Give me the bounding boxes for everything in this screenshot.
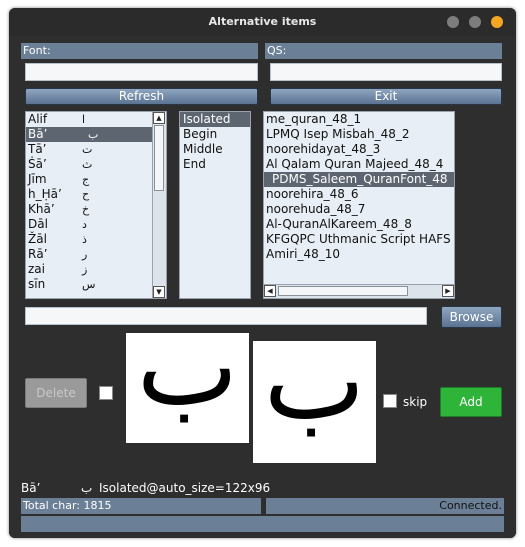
letter-name: Alif	[28, 112, 48, 126]
font-label: Font:	[21, 43, 258, 59]
letter-glyph: ا	[82, 113, 86, 126]
letters-scroll-thumb[interactable]	[154, 125, 164, 191]
status-connection: Connected.	[266, 498, 504, 514]
letter-glyph: ث	[82, 158, 93, 171]
maximize-button[interactable]	[469, 16, 481, 28]
info-detail: Isolated@auto_size=122x96	[99, 481, 271, 495]
font-item[interactable]: noorehira_48_6	[264, 187, 454, 202]
skip-checkbox[interactable]	[383, 394, 397, 408]
letter-item[interactable]: Jīm ج	[26, 172, 153, 187]
status-bar-bottom	[21, 516, 504, 532]
font-item[interactable]: Amiri_48_10	[264, 247, 454, 262]
font-item[interactable]: Al-QuranAlKareem_48_8	[264, 217, 454, 232]
letter-item[interactable]: Khā’ خ	[26, 202, 153, 217]
file-path-input[interactable]	[25, 307, 427, 325]
letter-name: Khā’	[28, 202, 55, 216]
window-title: Alternative items	[208, 15, 317, 28]
font-input[interactable]	[25, 63, 258, 81]
font-item[interactable]: noorehidayat_48_3	[264, 142, 454, 157]
letters-list[interactable]: Alif ا Bā’ ب Tā’ ت Ṡā’ ث Jīm ج h_Ḥā’ ح Khā’ خ Dāl د Žāl ذ…	[25, 111, 167, 299]
fonts-list[interactable]: me_quran_48_1 LPMQ Isep Misbah_48_2 nooreh…	[263, 111, 455, 299]
form-item[interactable]: Begin	[180, 127, 250, 142]
letter-item[interactable]: Bā’ ب	[26, 127, 153, 142]
font-item[interactable]: me_quran_48_1	[264, 112, 454, 127]
font-item[interactable]: noorehuda_48_7	[264, 202, 454, 217]
exit-button[interactable]: Exit	[270, 88, 502, 105]
letter-glyph: ب	[88, 128, 99, 141]
letter-name: Bā’	[28, 127, 48, 141]
forms-list[interactable]: Isolated Begin Middle End	[179, 111, 251, 299]
letter-glyph: ج	[82, 173, 90, 186]
letter-name: h_Ḥā’	[28, 187, 62, 201]
letter-name: Tā’	[28, 142, 47, 156]
qs-label: QS:	[265, 43, 502, 59]
left-checkbox[interactable]	[99, 386, 113, 400]
preview-right: ب	[253, 341, 376, 463]
skip-label: skip	[403, 395, 428, 409]
main-content: Font: QS: Refresh Exit Alif ا Bā’ ب Tā’ ت Ṡā’ ث…	[9, 36, 516, 538]
letter-name: Rā’	[28, 247, 48, 261]
letter-name: Dāl	[28, 217, 48, 231]
form-item[interactable]: Isolated	[180, 112, 250, 127]
letter-glyph: ت	[82, 143, 93, 156]
letter-name: sīn	[28, 277, 46, 291]
font-item[interactable]: Al Qalam Quran Majeed_48_4	[264, 157, 454, 172]
letter-glyph: س	[82, 278, 96, 291]
letter-name: zai	[28, 262, 45, 276]
status-total: Total char: 1815	[21, 498, 261, 514]
letter-item[interactable]: Dāl د	[26, 217, 153, 232]
letter-glyph: د	[82, 218, 87, 231]
refresh-button[interactable]: Refresh	[25, 88, 258, 105]
app-window: Alternative items Font: QS: Refresh Exit…	[9, 8, 516, 538]
letter-item[interactable]: Rā’ ر	[26, 247, 153, 262]
preview-left-glyph: ب	[136, 333, 239, 430]
letter-glyph: ز	[82, 263, 88, 276]
letter-name: Ṡā’	[28, 157, 47, 171]
letter-item[interactable]: zai ز	[26, 262, 153, 277]
qs-input[interactable]	[270, 63, 502, 81]
letter-item[interactable]: h_Ḥā’ ح	[26, 187, 153, 202]
fonts-hscrollbar[interactable]: ◀ ▶	[264, 284, 454, 298]
scroll-left-icon[interactable]: ◀	[264, 285, 276, 297]
letter-glyph: خ	[82, 203, 90, 216]
font-item[interactable]: PDMS_Saleem_QuranFont_48	[264, 172, 454, 187]
preview-left: ب	[126, 333, 249, 443]
scroll-up-icon[interactable]: ▲	[153, 112, 165, 124]
scroll-right-icon[interactable]: ▶	[442, 285, 454, 297]
fonts-scroll-thumb[interactable]	[278, 286, 408, 296]
letter-item[interactable]: Alif ا	[26, 112, 153, 127]
letter-name: Jīm	[28, 172, 47, 186]
letter-glyph: ر	[82, 248, 88, 261]
letter-item[interactable]: sīn س	[26, 277, 153, 292]
title-bar: Alternative items	[9, 8, 516, 36]
font-item[interactable]: LPMQ Isep Misbah_48_2	[264, 127, 454, 142]
delete-button[interactable]: Delete	[25, 378, 87, 408]
font-item[interactable]: KFGQPC Uthmanic Script HAFS	[264, 232, 454, 247]
form-item[interactable]: End	[180, 157, 250, 172]
letter-item[interactable]: Žāl ذ	[26, 232, 153, 247]
add-button[interactable]: Add	[440, 387, 502, 417]
close-button[interactable]	[491, 16, 503, 28]
browse-button[interactable]: Browse	[441, 306, 502, 328]
letter-item[interactable]: Tā’ ت	[26, 142, 153, 157]
scroll-down-icon[interactable]: ▼	[153, 286, 165, 298]
info-letter: Bā’	[21, 481, 41, 495]
letters-scrollbar[interactable]: ▲ ▼	[152, 112, 166, 298]
letter-glyph: ذ	[82, 233, 87, 246]
form-item[interactable]: Middle	[180, 142, 250, 157]
preview-right-glyph: ب	[263, 341, 366, 444]
letter-glyph: ح	[82, 188, 90, 201]
info-glyph: ب	[81, 481, 93, 495]
letter-name: Žāl	[28, 232, 47, 246]
minimize-button[interactable]	[447, 16, 459, 28]
letter-item[interactable]: Ṡā’ ث	[26, 157, 153, 172]
